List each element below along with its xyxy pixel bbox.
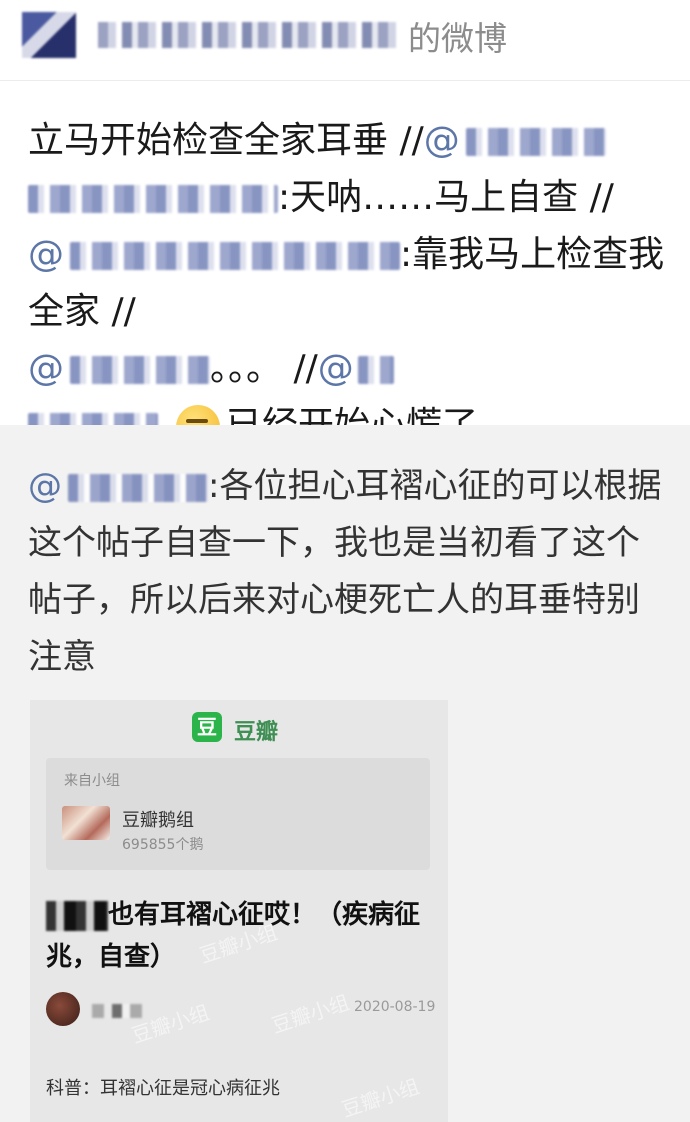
group-thumbnail bbox=[62, 806, 110, 840]
douban-logo-icon: 豆 bbox=[192, 712, 222, 742]
repost-segment-4: 。。。 // bbox=[210, 348, 318, 389]
repost-segment-1: 立马开始检查全家耳垂 // bbox=[28, 120, 424, 161]
mention-1-blurred-name[interactable] bbox=[28, 185, 278, 213]
group-info: 来自小组 豆瓣鹅组 695855个鹅 bbox=[46, 758, 430, 870]
header-title-suffix: 的微博 bbox=[408, 19, 507, 58]
post-author-avatar bbox=[46, 992, 80, 1026]
group-name: 豆瓣鹅组 bbox=[122, 810, 194, 831]
user-avatar[interactable] bbox=[22, 12, 76, 58]
from-group-label: 来自小组 bbox=[64, 773, 120, 789]
title-blurred-prefix bbox=[46, 900, 108, 931]
watermark: 豆瓣小组 bbox=[338, 1074, 423, 1122]
douban-brand-name: 豆瓣 bbox=[234, 720, 279, 745]
post-author-name-blurred bbox=[92, 1004, 144, 1018]
post-excerpt: 科普：耳褶心征是冠心病征兆 bbox=[46, 1078, 280, 1099]
original-post-text: @:各位担心耳褶心征的可以根据这个帖子自查一下，我也是当初看了这个帖子，所以后来… bbox=[28, 458, 668, 686]
douban-post-screenshot[interactable]: 豆 豆瓣 来自小组 豆瓣鹅组 695855个鹅 也有耳褶心征哎！（疾病征兆，自查… bbox=[30, 700, 448, 1122]
repost-segment-2: :天呐……马上自查 // bbox=[278, 177, 614, 218]
post-date: 2020-08-19 bbox=[354, 999, 436, 1015]
mention-2[interactable]: @ bbox=[28, 234, 400, 275]
mention-1[interactable]: @ bbox=[424, 120, 606, 161]
watermark: 豆瓣小组 bbox=[268, 990, 353, 1038]
group-member-count: 695855个鹅 bbox=[122, 837, 204, 853]
mention-3[interactable]: @ bbox=[28, 348, 210, 389]
username-blurred[interactable] bbox=[98, 22, 396, 48]
weibo-header: 的微博 bbox=[0, 0, 690, 81]
original-author-mention[interactable]: @ bbox=[28, 466, 208, 506]
mention-4[interactable]: @ bbox=[318, 348, 394, 389]
repost-text: 立马开始检查全家耳垂 //@ :天呐……马上自查 // @:靠我马上检查我全家 … bbox=[28, 112, 668, 454]
